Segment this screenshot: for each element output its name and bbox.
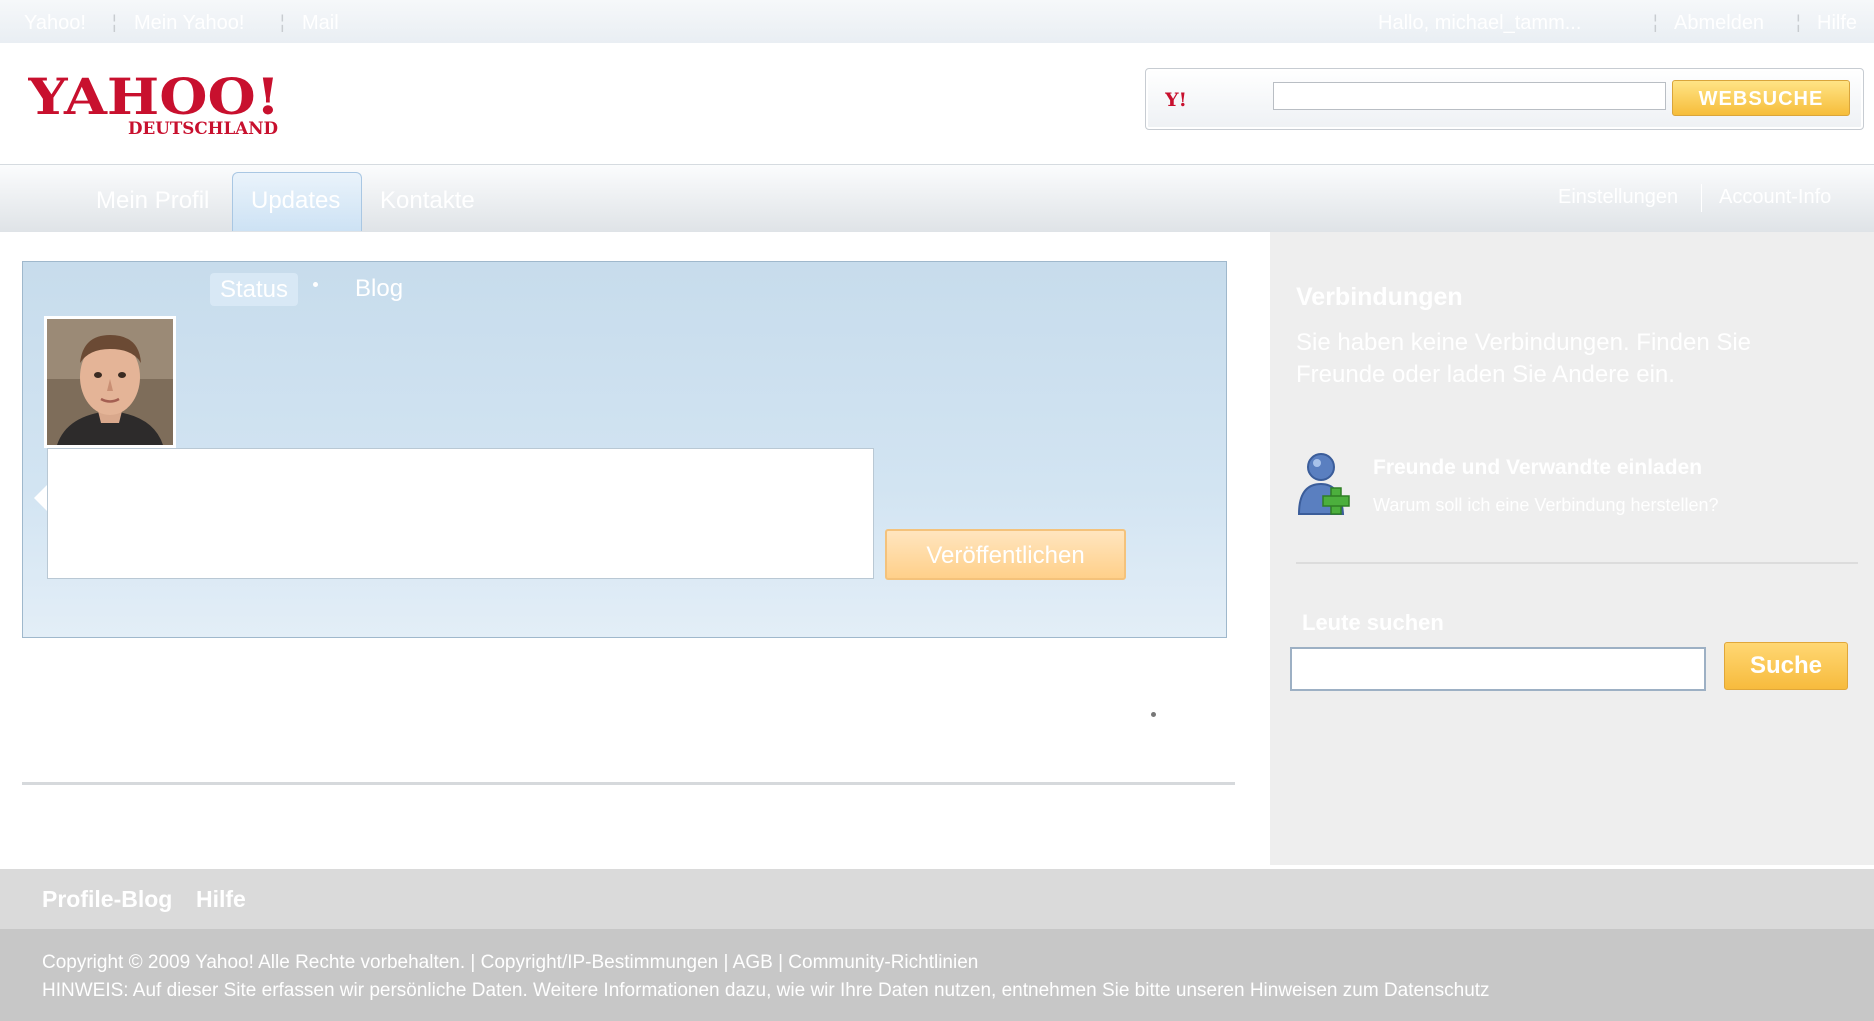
help-link[interactable]: Hilfe (1817, 12, 1857, 35)
footer-legal (0, 929, 1874, 1021)
avatar[interactable] (44, 316, 176, 448)
user-greeting[interactable]: Hallo, michael_tamm... (1378, 12, 1581, 35)
svg-text:Y!: Y! (1165, 89, 1187, 110)
topbar-separator: ¦ (1796, 12, 1801, 32)
tab-separator-dot (313, 282, 318, 287)
footer-privacy-notice: HINWEIS: Auf dieser Site erfassen wir pe… (42, 980, 1490, 1001)
signout-link[interactable]: Abmelden (1674, 12, 1764, 35)
people-search-input[interactable] (1290, 647, 1706, 691)
yahoo-y-icon: Y! (1164, 88, 1197, 111)
web-search-input[interactable] (1273, 82, 1666, 110)
publish-button[interactable]: Veröffentlichen (885, 529, 1126, 580)
settings-link[interactable]: Einstellungen (1558, 186, 1678, 209)
topbar-link-mail[interactable]: Mail (302, 12, 339, 35)
topbar-link-yahoo[interactable]: Yahoo! (24, 12, 86, 35)
add-user-icon[interactable] (1297, 452, 1357, 518)
avatar-photo (47, 319, 173, 445)
sidebar-divider (1296, 562, 1858, 564)
nav-divider (1701, 184, 1702, 212)
tab-updates[interactable]: Updates (251, 187, 340, 215)
footer-link-profile-blog[interactable]: Profile-Blog (42, 886, 172, 913)
topbar-link-mein-yahoo[interactable]: Mein Yahoo! (134, 12, 244, 35)
yahoo-logo[interactable]: YAHOO! DEUTSCHLAND (27, 67, 298, 144)
composer-tab-blog[interactable]: Blog (355, 275, 403, 303)
status-textarea[interactable] (47, 448, 874, 579)
tab-kontakte[interactable]: Kontakte (380, 187, 475, 215)
logo-subtext: DEUTSCHLAND (128, 119, 278, 139)
logo-wordmark: YAHOO! (28, 70, 280, 126)
topbar-separator: ¦ (280, 12, 285, 32)
footer-link-help[interactable]: Hilfe (196, 886, 246, 913)
bubble-pointer (34, 484, 48, 512)
connections-text: Sie haben keine Verbindungen. Finden Sie… (1296, 329, 1752, 388)
account-info-link[interactable]: Account-Info (1719, 186, 1831, 209)
composer-tab-status[interactable]: Status (210, 273, 298, 306)
invite-friends-link[interactable]: Freunde und Verwandte einladen (1373, 456, 1702, 480)
topbar-separator: ¦ (1653, 12, 1658, 32)
people-search-title: Leute suchen (1302, 610, 1444, 635)
footer-links-bar (0, 869, 1874, 929)
tab-mein-profil[interactable]: Mein Profil (96, 187, 209, 215)
decorative-dot (1151, 712, 1156, 717)
topbar-separator: ¦ (112, 12, 117, 32)
connections-title: Verbindungen (1296, 283, 1463, 311)
footer-copyright: Copyright © 2009 Yahoo! Alle Rechte vorb… (42, 952, 979, 973)
people-search-button[interactable]: Suche (1724, 642, 1848, 690)
content-divider (22, 782, 1235, 785)
why-connect-link[interactable]: Warum soll ich eine Verbindung herstelle… (1373, 495, 1719, 516)
web-search-button[interactable]: WEBSUCHE (1672, 80, 1850, 116)
